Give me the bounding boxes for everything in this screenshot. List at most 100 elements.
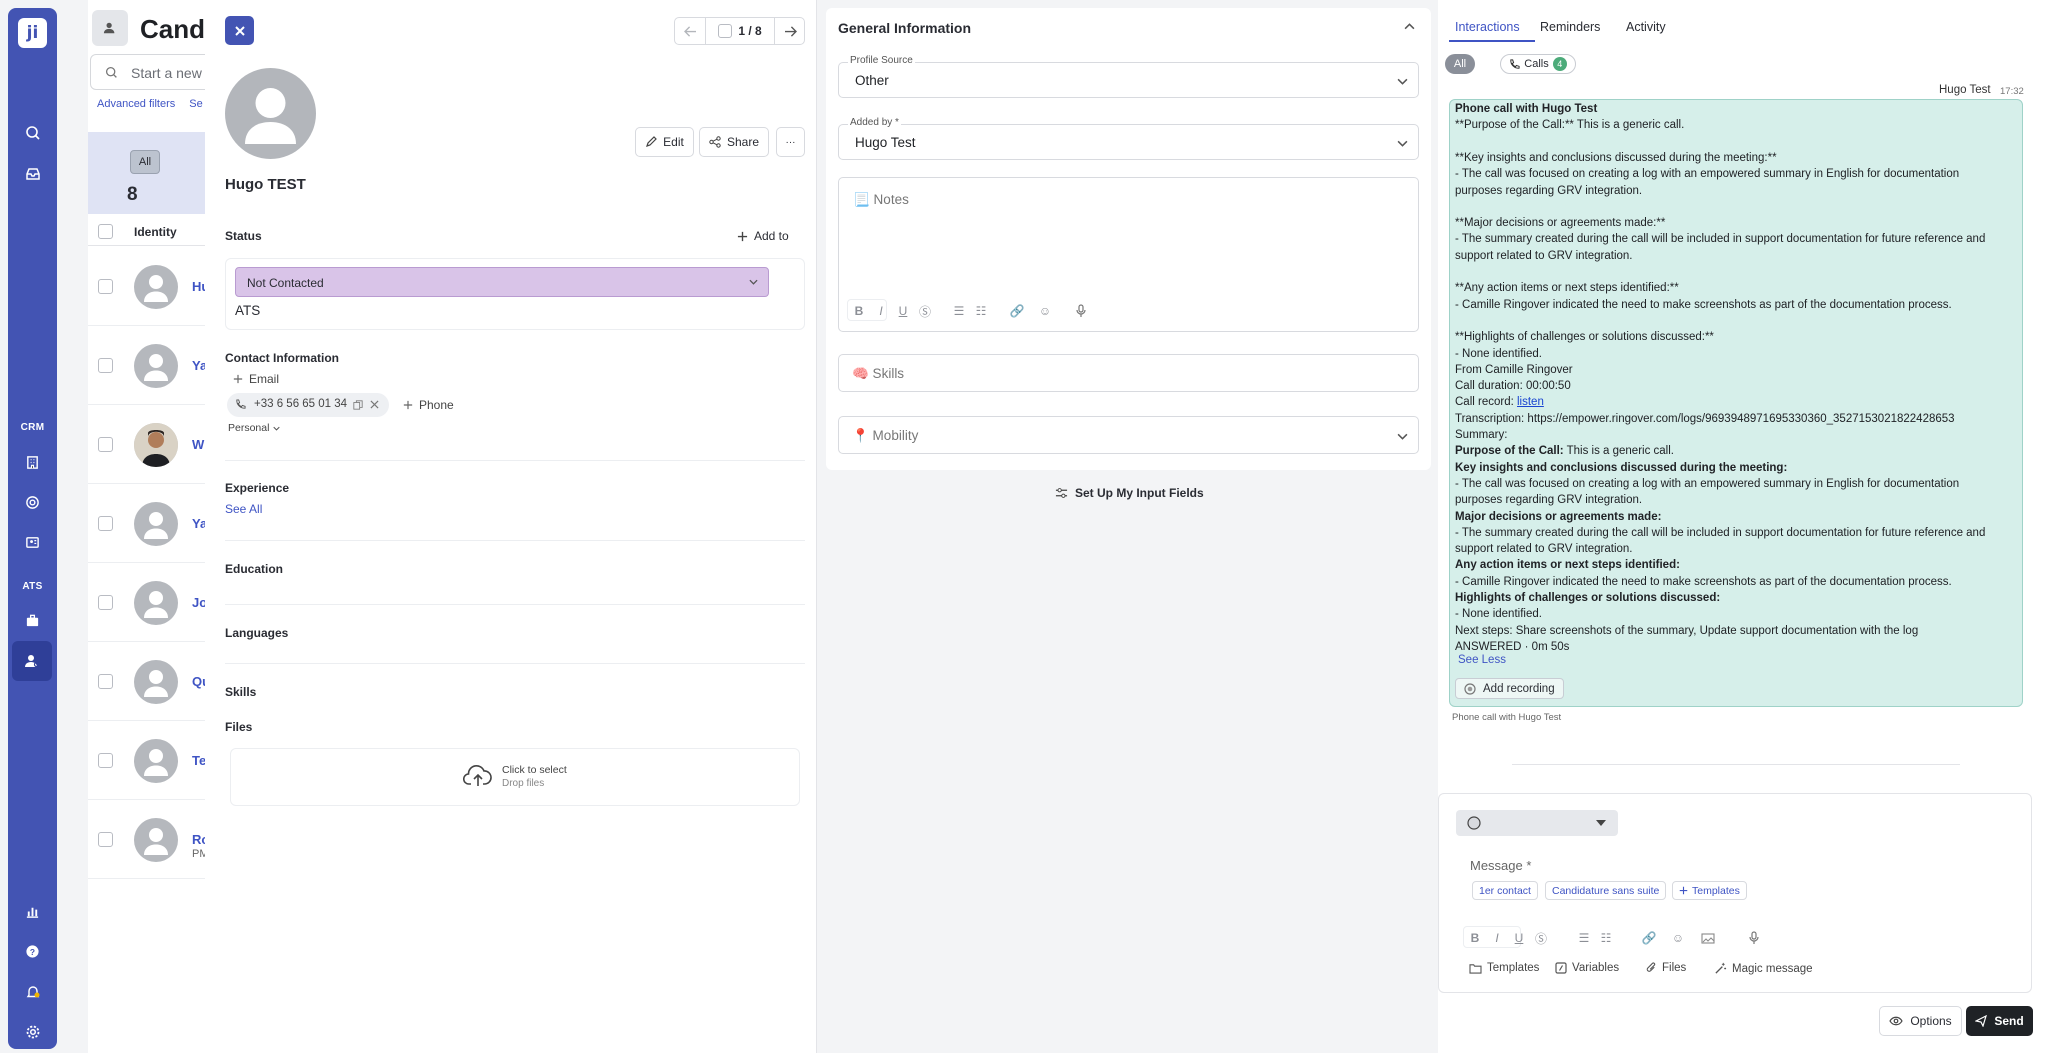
avatar bbox=[134, 344, 178, 388]
call-log-line: **Major decisions or agreements made:** bbox=[1455, 217, 1666, 230]
skills-section-title: Skills bbox=[225, 685, 257, 699]
filter-all-chip[interactable]: All bbox=[1445, 54, 1475, 74]
tab-reminders[interactable]: Reminders bbox=[1540, 20, 1600, 34]
magic-message-button[interactable]: Magic message bbox=[1714, 962, 1813, 975]
edit-button[interactable]: Edit bbox=[635, 127, 694, 157]
send-button[interactable]: Send bbox=[1966, 1006, 2033, 1036]
row-checkbox[interactable] bbox=[98, 753, 113, 768]
all-filter-chip[interactable]: All bbox=[130, 150, 160, 174]
magic-wand-icon bbox=[1715, 962, 1727, 974]
row-checkbox[interactable] bbox=[98, 358, 113, 373]
add-recording-button[interactable]: Add recording bbox=[1455, 678, 1564, 699]
pencil-icon bbox=[646, 136, 658, 147]
record-checkbox[interactable] bbox=[718, 24, 733, 38]
image-icon[interactable] bbox=[1700, 930, 1716, 946]
add-email-button[interactable]: Email bbox=[233, 372, 279, 386]
target-icon[interactable] bbox=[20, 490, 45, 515]
link-icon[interactable]: 🔗 bbox=[1641, 930, 1657, 946]
add-to-button[interactable]: Add to bbox=[737, 229, 789, 243]
add-phone-button[interactable]: Phone bbox=[403, 393, 454, 417]
call-log-line: Any action items or next steps identifie… bbox=[1455, 559, 1680, 572]
see-less-link[interactable]: See Less bbox=[1458, 654, 1506, 666]
underline-icon[interactable]: U bbox=[1511, 930, 1527, 946]
strikethrough-icon[interactable]: Ⓢ bbox=[1533, 930, 1549, 946]
advanced-filters-link[interactable]: Advanced filters Se bbox=[97, 98, 203, 110]
file-dropzone[interactable]: Click to select Drop files bbox=[230, 748, 800, 806]
listen-link[interactable]: listen bbox=[1517, 396, 1544, 408]
microphone-icon[interactable] bbox=[1073, 303, 1089, 319]
jobs-briefcase-icon[interactable] bbox=[20, 608, 45, 633]
emoji-icon[interactable]: ☺ bbox=[1037, 303, 1053, 319]
link-icon[interactable]: 🔗 bbox=[1009, 303, 1025, 319]
select-all-checkbox[interactable] bbox=[98, 224, 113, 239]
template-tag-application-rejected[interactable]: Candidature sans suite bbox=[1545, 881, 1667, 900]
numbered-list-icon[interactable]: ☷ bbox=[973, 303, 989, 319]
templates-button[interactable]: Templates bbox=[1469, 962, 1539, 974]
candidates-icon[interactable] bbox=[12, 641, 52, 681]
row-checkbox[interactable] bbox=[98, 595, 113, 610]
numbered-list-icon[interactable]: ☷ bbox=[1598, 930, 1614, 946]
notes-editor[interactable]: 📃 Notes B I U Ⓢ ☰ ☷ 🔗 ☺ bbox=[838, 177, 1419, 332]
skills-input[interactable]: 🧠 Skills bbox=[838, 354, 1419, 392]
close-button[interactable] bbox=[225, 16, 254, 45]
status-select[interactable]: Not Contacted bbox=[235, 267, 769, 297]
search-icon[interactable] bbox=[20, 120, 45, 145]
message-author: Hugo Test bbox=[1939, 84, 1991, 96]
bold-icon[interactable]: B bbox=[851, 303, 867, 319]
company-icon[interactable] bbox=[20, 450, 45, 475]
call-log-line: support related to GRV integration. bbox=[1455, 249, 1633, 262]
microphone-icon[interactable] bbox=[1746, 930, 1762, 946]
divider bbox=[225, 540, 805, 541]
template-tag-first-contact[interactable]: 1er contact bbox=[1472, 881, 1538, 900]
mobility-select[interactable]: 📍 Mobility bbox=[838, 416, 1419, 454]
more-options-button[interactable]: ··· bbox=[776, 127, 805, 157]
bullet-list-icon[interactable]: ☰ bbox=[1576, 930, 1592, 946]
search-icon bbox=[105, 66, 117, 78]
chevron-up-icon[interactable] bbox=[1404, 23, 1415, 30]
setup-input-fields-button[interactable]: Set Up My Input Fields bbox=[1055, 486, 1204, 500]
italic-icon[interactable]: I bbox=[1489, 930, 1505, 946]
row-checkbox[interactable] bbox=[98, 516, 113, 531]
filter-calls-chip[interactable]: Calls 4 bbox=[1500, 54, 1576, 74]
candidate-avatar[interactable] bbox=[225, 68, 316, 159]
phone-chip[interactable]: +33 6 56 65 01 34 bbox=[227, 393, 389, 417]
candidates-page-button[interactable] bbox=[92, 10, 128, 46]
strikethrough-icon[interactable]: Ⓢ bbox=[917, 303, 933, 319]
analytics-icon[interactable] bbox=[20, 899, 45, 924]
call-log-line: - The call was focused on creating a log… bbox=[1455, 477, 1960, 490]
tab-interactions[interactable]: Interactions bbox=[1455, 20, 1520, 34]
phone-type-select[interactable]: Personal bbox=[228, 422, 281, 434]
italic-icon[interactable]: I bbox=[873, 303, 889, 319]
row-checkbox[interactable] bbox=[98, 437, 113, 452]
added-by-value: Hugo Test bbox=[855, 135, 916, 150]
help-icon[interactable]: ? bbox=[20, 939, 45, 964]
see-all-link[interactable]: See All bbox=[225, 502, 262, 516]
variables-button[interactable]: Variables bbox=[1555, 962, 1619, 974]
emoji-icon[interactable]: ☺ bbox=[1670, 930, 1686, 946]
call-log-line: - None identified. bbox=[1455, 608, 1542, 621]
app-logo[interactable]: ji bbox=[18, 18, 47, 48]
chevron-down-icon bbox=[1397, 433, 1408, 440]
row-checkbox[interactable] bbox=[98, 279, 113, 294]
row-name[interactable]: W bbox=[192, 437, 204, 452]
call-log-line: Phone call with Hugo Test bbox=[1455, 103, 1598, 115]
added-by-select[interactable] bbox=[838, 124, 1419, 160]
notifications-bell-icon[interactable] bbox=[20, 979, 45, 1004]
bold-icon[interactable]: B bbox=[1467, 930, 1483, 946]
next-arrow-icon[interactable] bbox=[775, 18, 805, 44]
row-checkbox[interactable] bbox=[98, 674, 113, 689]
settings-gear-icon[interactable] bbox=[20, 1019, 45, 1044]
row-checkbox[interactable] bbox=[98, 832, 113, 847]
files-button[interactable]: Files bbox=[1646, 962, 1686, 974]
contacts-book-icon[interactable] bbox=[20, 530, 45, 555]
underline-icon[interactable]: U bbox=[895, 303, 911, 319]
channel-select[interactable] bbox=[1456, 810, 1618, 836]
inbox-icon[interactable] bbox=[20, 161, 45, 186]
options-button[interactable]: Options bbox=[1879, 1006, 1962, 1036]
share-button[interactable]: Share bbox=[699, 127, 769, 157]
template-tag-templates[interactable]: Templates bbox=[1672, 881, 1747, 900]
tab-activity[interactable]: Activity bbox=[1626, 20, 1666, 34]
profile-source-select[interactable] bbox=[838, 62, 1419, 98]
previous-arrow-icon[interactable] bbox=[675, 18, 705, 44]
bullet-list-icon[interactable]: ☰ bbox=[951, 303, 967, 319]
